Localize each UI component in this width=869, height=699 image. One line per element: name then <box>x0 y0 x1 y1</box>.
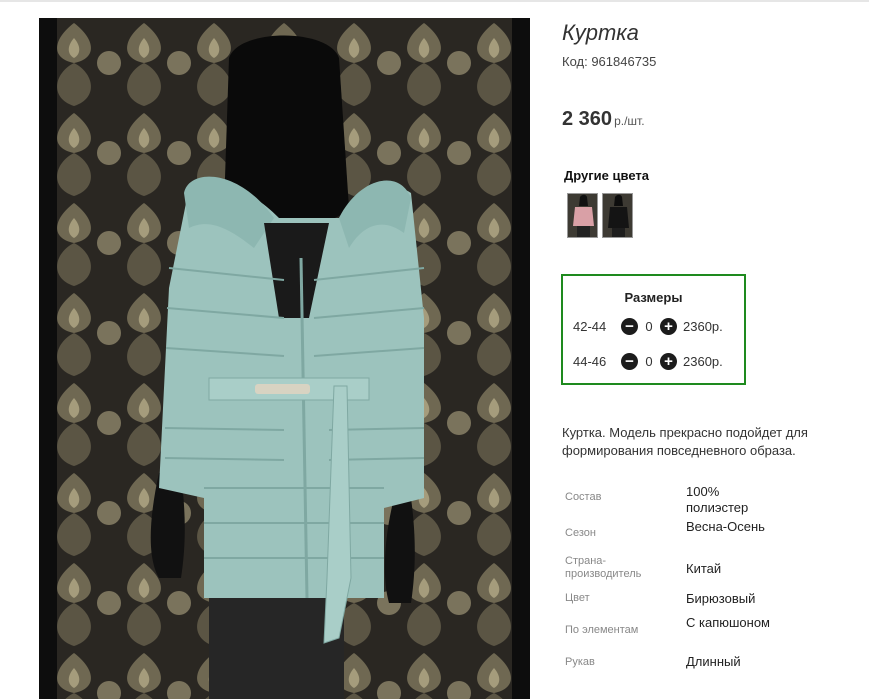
size-row: 42-44 − 0 + 2360р. <box>573 316 723 336</box>
spec-key-elements: По элементам <box>565 624 639 636</box>
spec-key-country: Страна-производитель <box>565 555 642 580</box>
plus-circle-icon[interactable]: + <box>660 317 677 335</box>
product-photo[interactable] <box>39 18 530 699</box>
minus-circle-icon[interactable]: − <box>621 317 638 335</box>
spec-key-season: Сезон <box>565 527 596 539</box>
product-code: Код: 961846735 <box>562 54 657 69</box>
spec-value-elements: С капюшоном <box>686 615 770 630</box>
minus-circle-icon[interactable]: − <box>621 352 638 370</box>
sizes-heading: Размеры <box>624 290 683 305</box>
price-unit: р./шт. <box>614 114 645 128</box>
swatch-black-jacket[interactable] <box>602 193 633 238</box>
size-price: 2360р. <box>683 318 723 334</box>
plus-circle-icon[interactable]: + <box>660 352 677 370</box>
size-label: 44-46 <box>573 353 607 369</box>
size-row: 44-46 − 0 + 2360р. <box>573 351 723 371</box>
spec-value-sleeve: Длинный <box>686 654 741 669</box>
product-title: Куртка <box>562 20 639 45</box>
spec-key-sleeve: Рукав <box>565 656 595 668</box>
sizes-panel: Размеры 42-44 − 0 + 2360р. 44-46 − 0 + 2… <box>561 274 746 385</box>
spec-value-color: Бирюзовый <box>686 591 756 606</box>
swatch-pink-jacket[interactable] <box>567 193 598 238</box>
spec-value-season: Весна-Осень <box>686 519 765 534</box>
size-price: 2360р. <box>683 353 723 369</box>
product-price: 2 360 р./шт. <box>562 108 645 131</box>
quantity-value[interactable]: 0 <box>638 354 660 369</box>
price-value: 2 360 <box>562 108 613 130</box>
top-divider <box>0 0 869 2</box>
spec-value-country: Китай <box>686 561 722 576</box>
size-label: 42-44 <box>573 318 607 334</box>
product-description: Куртка. Модель прекрасно подойдет для фо… <box>562 425 808 458</box>
spec-value-composition: 100% полиэстер <box>686 484 749 515</box>
other-colors-heading: Другие цвета <box>564 168 649 183</box>
quantity-value[interactable]: 0 <box>638 319 660 334</box>
spec-key-color: Цвет <box>565 592 590 604</box>
spec-key-composition: Состав <box>565 491 602 503</box>
